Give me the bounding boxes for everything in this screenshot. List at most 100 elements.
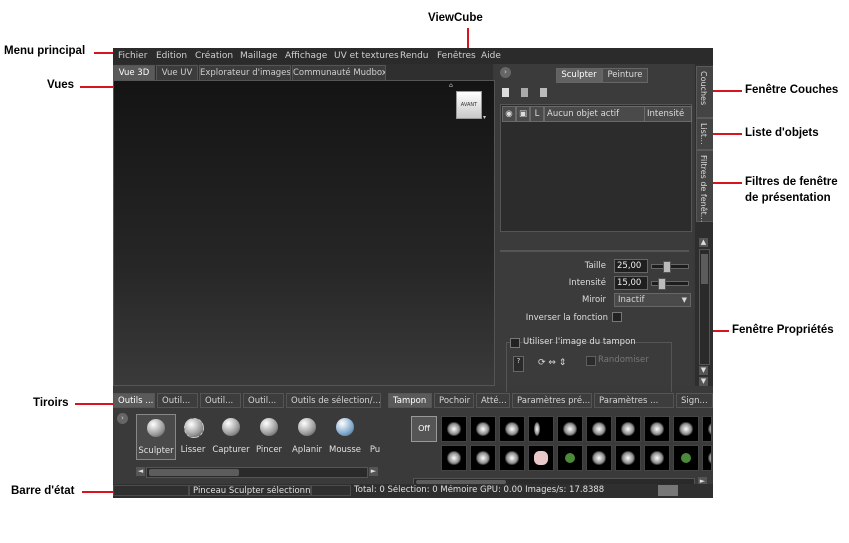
drawer-tab-outils-sculpture[interactable]: Outils ... <box>113 393 155 408</box>
tool-label: Lisser <box>180 445 206 455</box>
stamp-thumbnail[interactable] <box>557 445 583 471</box>
intensite-field[interactable]: 15,00 <box>614 276 648 290</box>
stamp-thumbnail[interactable] <box>644 445 670 471</box>
vertical-scroll-thumb[interactable] <box>701 254 708 284</box>
tool-lisser[interactable]: Lisser <box>174 414 212 458</box>
callout-menu-principal: Menu principal <box>4 45 86 57</box>
tab-vue-uv[interactable]: Vue UV <box>156 65 198 80</box>
drawer-tab-attenuation[interactable]: Atté... <box>476 393 510 408</box>
vertical-scrollbar[interactable] <box>699 249 710 365</box>
stamp-off[interactable]: Off <box>411 416 437 442</box>
tool-pu[interactable]: Pu <box>364 414 384 458</box>
tab-couches[interactable]: Couches <box>696 66 713 118</box>
scroll-down-end-icon[interactable]: ▼ <box>699 377 708 386</box>
inverser-checkbox[interactable] <box>612 312 622 322</box>
tool-capturer[interactable]: Capturer <box>212 414 250 458</box>
tools-hscrollbar[interactable] <box>146 467 368 478</box>
intensite-slider-knob[interactable] <box>658 278 666 290</box>
drawer-tab-outils-selection[interactable]: Outils de sélection/... <box>286 393 381 408</box>
scroll-down-icon[interactable]: ▼ <box>699 366 708 375</box>
menu-aide[interactable]: Aide <box>481 51 501 61</box>
lock-column-icon[interactable]: ▣ <box>516 106 530 122</box>
stamp-rotate-icon[interactable]: ⟳ ⇔ ⇕ <box>538 358 566 368</box>
menu-rendu[interactable]: Rendu <box>400 51 429 61</box>
merge-layer-icon[interactable] <box>540 88 547 97</box>
callout-menu-line <box>94 52 113 54</box>
stamp-thumbnail[interactable] <box>615 416 641 442</box>
viewcube-menu-icon[interactable]: ▾ <box>483 114 486 121</box>
mode-peinture-button[interactable]: Peinture <box>602 68 648 83</box>
drawer-tab-parametres[interactable]: Paramètres ... <box>594 393 674 408</box>
mode-sculpter-button[interactable]: Sculpter <box>556 68 602 83</box>
stamp-thumbnail[interactable] <box>586 445 612 471</box>
scroll-up-icon[interactable]: ▲ <box>699 238 708 247</box>
status-progress-bar <box>658 485 678 496</box>
tab-liste-objets[interactable]: List... <box>696 118 713 150</box>
taille-slider[interactable] <box>651 261 689 273</box>
menu-creation[interactable]: Création <box>195 51 233 61</box>
callout-viewcube: ViewCube <box>428 12 483 24</box>
drawer-tab-parametres-pre[interactable]: Paramètres pré... <box>512 393 592 408</box>
drawer-collapse-icon[interactable]: › <box>117 413 128 424</box>
new-layer-icon[interactable] <box>502 88 509 97</box>
drawer-tab-tampon[interactable]: Tampon <box>388 393 432 408</box>
utiliser-tampon-checkbox[interactable] <box>510 338 520 348</box>
viewcube-home-icon[interactable]: ⌂ <box>449 82 453 89</box>
tab-vue-3d[interactable]: Vue 3D <box>113 65 155 80</box>
stamp-thumbnail[interactable] <box>441 416 467 442</box>
3d-viewport[interactable]: AVANT ▾ ⌂ <box>113 80 495 386</box>
visibility-eye-icon[interactable]: ◉ <box>502 106 516 122</box>
taille-slider-knob[interactable] <box>663 261 671 273</box>
tool-mousse[interactable]: Mousse <box>326 414 364 458</box>
main-menu-bar: Fichier Edition Création Maillage Affich… <box>113 48 713 64</box>
stamp-preview-box[interactable]: ? <box>513 356 524 372</box>
menu-affichage[interactable]: Affichage <box>285 51 327 61</box>
stamp-thumbnail[interactable] <box>528 416 554 442</box>
panel-collapse-icon[interactable]: › <box>500 67 511 78</box>
drawer-tab-pochoir[interactable]: Pochoir <box>434 393 474 408</box>
stamp-thumbnail[interactable] <box>499 445 525 471</box>
stamp-thumbnail[interactable] <box>644 416 670 442</box>
drawer-tab-outil-3[interactable]: Outil... <box>200 393 241 408</box>
drawer-tab-outil-2[interactable]: Outil... <box>157 393 198 408</box>
tools-scroll-left-icon[interactable]: ◄ <box>136 467 145 476</box>
miroir-dropdown[interactable]: Inactif ▼ <box>614 293 691 307</box>
stamp-thumbnail[interactable] <box>470 445 496 471</box>
tool-aplanir[interactable]: Aplanir <box>288 414 326 458</box>
stamp-thumbnail[interactable] <box>499 416 525 442</box>
tab-filtres-presentation[interactable]: Filtres de fenêt... <box>696 150 713 222</box>
stamp-thumbnail[interactable] <box>586 416 612 442</box>
tool-sculpter[interactable]: Sculpter <box>136 414 176 460</box>
tools-hscroll-thumb[interactable] <box>149 469 239 476</box>
stamp-thumbnail[interactable] <box>702 445 712 471</box>
tool-pincer[interactable]: Pincer <box>250 414 288 458</box>
stamp-thumbnail[interactable] <box>673 445 699 471</box>
callout-vues: Vues <box>47 79 75 91</box>
drawer-tab-sign[interactable]: Sign... <box>676 393 713 408</box>
viewcube[interactable]: AVANT <box>456 91 482 119</box>
menu-edition[interactable]: Edition <box>156 51 187 61</box>
callout-filtres-connector <box>713 182 742 184</box>
stamp-thumbnail[interactable] <box>441 445 467 471</box>
stamp-thumbnail[interactable] <box>557 416 583 442</box>
randomiser-checkbox[interactable] <box>586 356 596 366</box>
delete-layer-icon[interactable] <box>521 88 528 97</box>
stamp-thumbnail[interactable] <box>702 416 712 442</box>
menu-uv-textures[interactable]: UV et textures <box>334 51 399 61</box>
stamp-thumbnail[interactable] <box>673 416 699 442</box>
menu-fenetres[interactable]: Fenêtres <box>437 51 476 61</box>
stamp-thumbnail[interactable] <box>470 416 496 442</box>
layers-list[interactable]: ◉ ▣ L Aucun objet actif Intensité <box>500 104 692 232</box>
panel-splitter[interactable] <box>500 250 689 252</box>
tab-explorateur-images[interactable]: Explorateur d'images <box>199 65 291 80</box>
drawer-tab-outil-4[interactable]: Outil... <box>243 393 284 408</box>
callout-filtres-line1: Filtres de fenêtre <box>745 176 838 188</box>
tools-scroll-right-icon[interactable]: ► <box>369 467 378 476</box>
menu-fichier[interactable]: Fichier <box>118 51 147 61</box>
menu-maillage[interactable]: Maillage <box>240 51 278 61</box>
stamp-thumbnail[interactable] <box>615 445 641 471</box>
stamp-thumbnail[interactable] <box>528 445 554 471</box>
tab-communaute-mudbox[interactable]: Communauté Mudbox <box>292 65 386 80</box>
intensite-slider[interactable] <box>651 278 689 290</box>
taille-field[interactable]: 25,00 <box>614 259 648 273</box>
